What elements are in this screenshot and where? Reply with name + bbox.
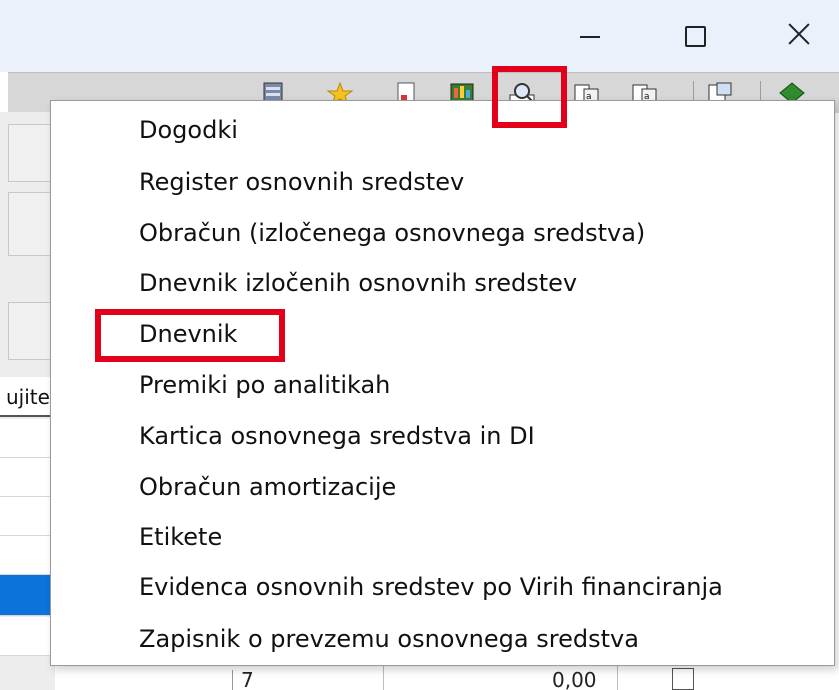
menu-item-dogodki[interactable]: Dogodki: [139, 110, 238, 150]
title-bar: [0, 0, 839, 72]
menu-item-dnevnik-izlocenih[interactable]: Dnevnik izločenih osnovnih sredstev: [139, 263, 577, 303]
minimize-icon: [580, 36, 600, 38]
menu-item-evidenca-po-virih[interactable]: Evidenca osnovnih sredstev po Virih fina…: [139, 567, 723, 607]
maximize-button[interactable]: [670, 14, 720, 58]
row-checkbox[interactable]: [672, 668, 694, 690]
menu-item-register-osnovnih-sredstev[interactable]: Register osnovnih sredstev: [139, 162, 464, 202]
menu-item-etikete[interactable]: Etikete: [139, 517, 222, 557]
close-button[interactable]: [772, 14, 822, 58]
column-divider: [617, 666, 618, 690]
column-divider: [383, 666, 384, 690]
menu-item-kartica-osnovnega-sredstva[interactable]: Kartica osnovnega sredstva in DI: [139, 416, 535, 456]
close-icon: [786, 20, 812, 46]
menu-item-obracun-izlocenega[interactable]: Obračun (izločenega osnovnega sredstva): [139, 213, 645, 253]
print-reports-menu: Dogodki Register osnovnih sredstev Obrač…: [50, 100, 835, 666]
table-row[interactable]: [55, 666, 839, 690]
menu-item-premiki-po-analitikah[interactable]: Premiki po analitikah: [139, 365, 390, 405]
app-window: a a ujite 7 0,00 Dogodki Register osnovn…: [0, 0, 839, 690]
amount-cell: 0,00: [552, 668, 597, 690]
menu-item-zapisnik-o-prevzemu[interactable]: Zapisnik o prevzemu osnovnega sredstva: [139, 619, 639, 659]
maximize-icon: [685, 26, 706, 47]
menu-item-obracun-amortizacije[interactable]: Obračun amortizacije: [139, 467, 396, 507]
row-number-cell: 7: [232, 670, 254, 690]
menu-item-dnevnik[interactable]: Dnevnik: [139, 314, 237, 354]
minimize-button[interactable]: [565, 14, 615, 58]
